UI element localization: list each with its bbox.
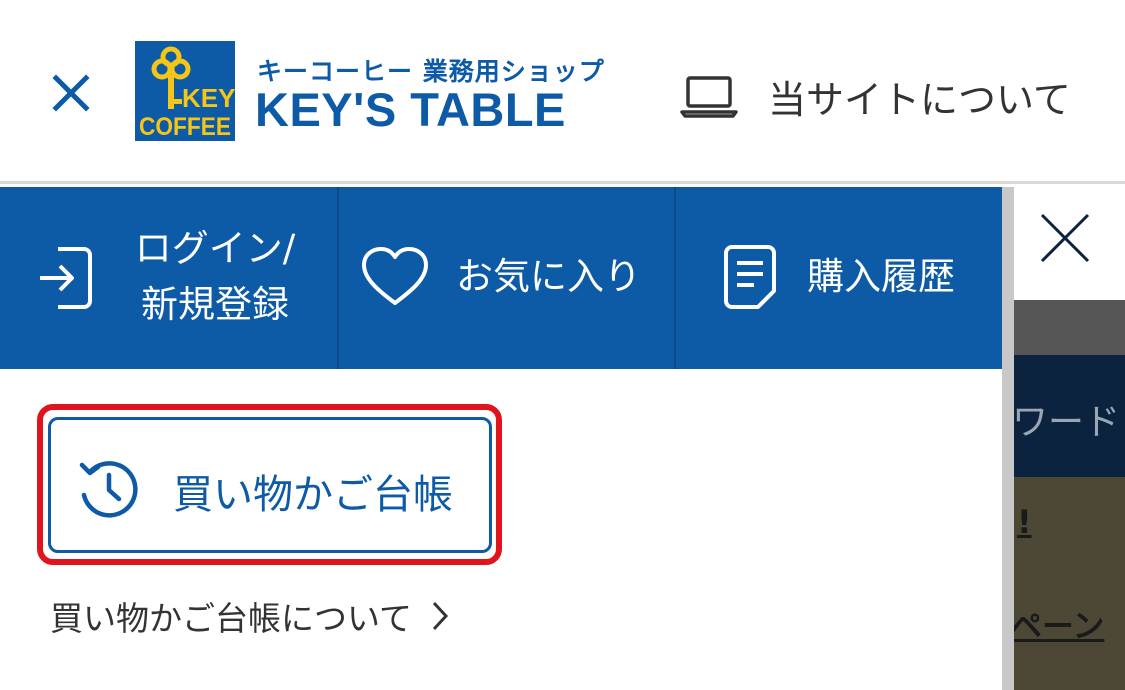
- document-icon: [724, 245, 776, 309]
- background-keyword-text: ワード: [1012, 402, 1121, 443]
- brand-name[interactable]: KEY'S TABLE: [255, 82, 566, 137]
- background-banner: ! ペーン: [1010, 477, 1125, 690]
- chevron-right-icon: [432, 601, 449, 631]
- about-cart-ledger-label: 買い物かご台帳について: [50, 599, 413, 638]
- about-cart-ledger-link[interactable]: 買い物かご台帳について: [50, 592, 450, 640]
- nav-login-register[interactable]: ログイン/新規登録: [0, 187, 337, 369]
- cart-ledger-button[interactable]: 買い物かご台帳: [48, 417, 492, 553]
- nav-favorites[interactable]: お気に入り: [337, 187, 674, 369]
- background-banner-link[interactable]: !: [1017, 503, 1032, 541]
- close-icon: [52, 74, 90, 112]
- cart-ledger-label: 買い物かご台帳: [173, 472, 453, 518]
- menu-close-button[interactable]: [40, 62, 102, 124]
- drawer-nav: ログイン/新規登録 お気に入り 購入履歴: [0, 187, 1002, 369]
- nav-login-label: ログイン/新規登録: [134, 227, 296, 326]
- background-page: ワード ! ペーン: [1010, 187, 1125, 690]
- login-icon: [40, 247, 92, 309]
- key-coffee-logo[interactable]: KEY COFFEE: [135, 41, 235, 141]
- close-icon: [1040, 213, 1090, 263]
- laptop-icon: [680, 76, 738, 118]
- logo-text-coffee: COFFEE: [139, 113, 231, 141]
- about-site-link[interactable]: 当サイトについて: [680, 64, 1071, 128]
- history-clock-icon: [79, 461, 138, 518]
- site-header: KEY COFFEE キーコーヒー 業務用ショップ KEY'S TABLE 当サ…: [0, 0, 1125, 184]
- nav-purchase-history[interactable]: 購入履歴: [674, 187, 1002, 369]
- heart-icon: [362, 247, 428, 305]
- background-search-band: ワード: [1012, 355, 1125, 477]
- background-gray-band: [1014, 300, 1125, 355]
- background-campaign-link[interactable]: ペーン: [1010, 601, 1104, 647]
- menu-drawer: ログイン/新規登録 お気に入り 購入履歴 買い物かご台帳 買い物かご台帳について: [0, 187, 1002, 690]
- logo-text-key: KEY: [182, 83, 235, 113]
- nav-favorites-label: お気に入り: [456, 255, 641, 298]
- about-site-label: 当サイトについて: [768, 77, 1071, 122]
- nav-history-label: 購入履歴: [807, 255, 955, 298]
- background-close-area[interactable]: [1014, 187, 1125, 300]
- key-logo-icon: KEY COFFEE: [135, 41, 235, 141]
- drawer-scrollbar[interactable]: [1002, 187, 1014, 690]
